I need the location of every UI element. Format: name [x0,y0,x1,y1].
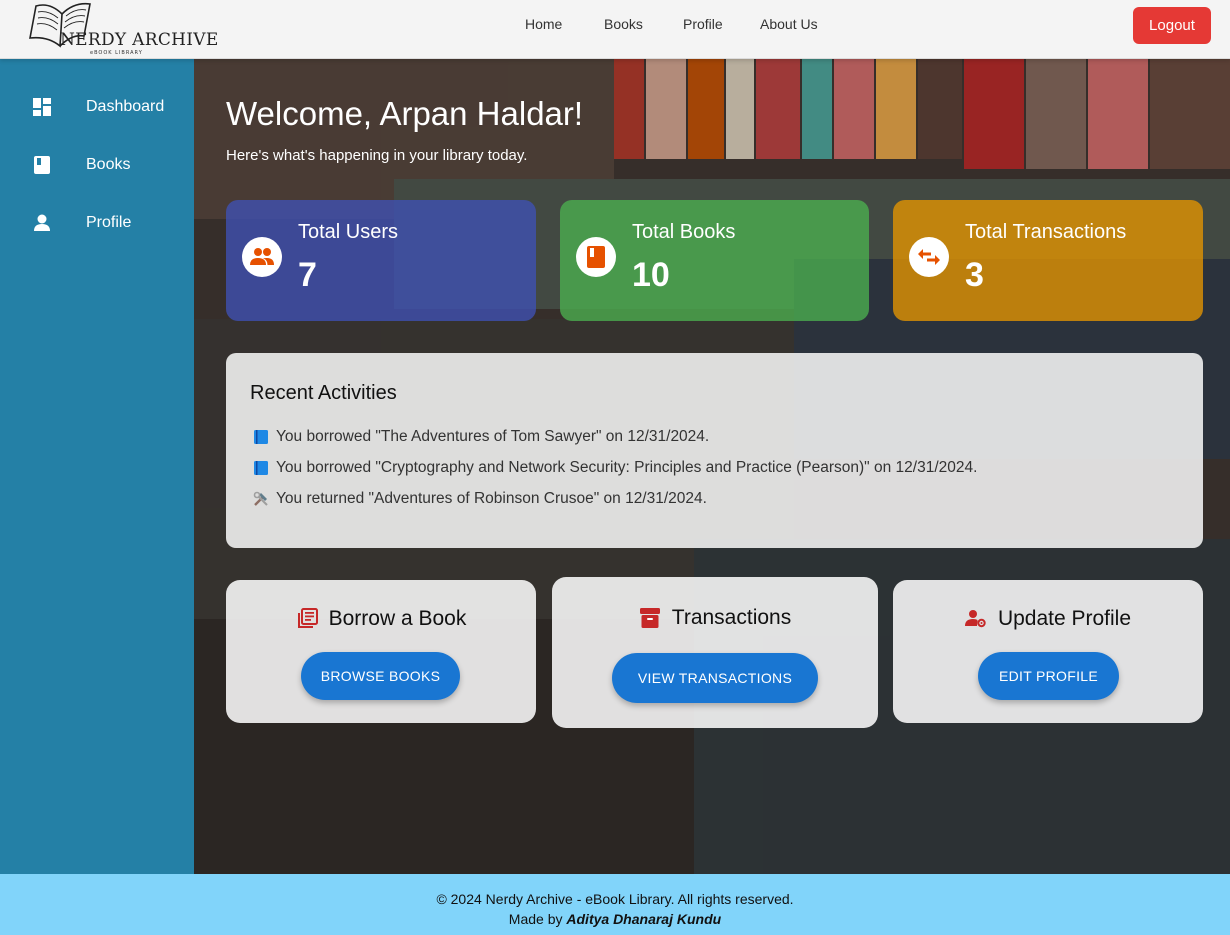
nav-books[interactable]: Books [604,16,643,32]
nav-profile[interactable]: Profile [683,16,723,32]
manage-account-icon [964,609,987,629]
footer: © 2024 Nerdy Archive - eBook Library. Al… [0,874,1230,935]
stat-value: 10 [632,256,670,294]
author-name: Aditya Dhanaraj Kundu [566,911,722,927]
card-title: Update Profile [997,607,1132,630]
card-heading: Transactions [552,606,878,630]
card-title: Transactions [671,606,792,629]
activity-text: You returned "Adventures of Robinson Cru… [276,490,707,507]
view-transactions-button[interactable]: VIEW TRANSACTIONS [612,653,818,703]
archive-icon [639,607,661,629]
sidebar-item-label: Books [86,156,131,173]
top-header: NERDY ARCHIVE eBOOK LIBRARY Home Books P… [0,0,1230,59]
list-item: You returned "Adventures of Robinson Cru… [252,490,707,508]
card-title: Borrow a Book [328,607,467,630]
dashboard-icon [32,97,52,117]
library-books-icon [296,608,318,630]
sidebar-item-dashboard[interactable]: Dashboard [0,87,194,127]
recent-activities-title: Recent Activities [250,382,397,404]
logo-subtitle: eBOOK LIBRARY [90,50,143,56]
logo-title: NERDY ARCHIVE [60,30,219,50]
sidebar-item-profile[interactable]: Profile [0,203,194,243]
blue-book-icon [252,429,270,445]
list-item: You borrowed "The Adventures of Tom Sawy… [252,428,709,446]
person-icon [32,213,52,233]
sidebar-item-label: Profile [86,214,132,231]
borrow-book-card: Borrow a Book BROWSE BOOKS [226,580,536,723]
card-heading: Update Profile [893,607,1203,631]
main-content: Welcome, Arpan Haldar! Here's what's hap… [194,59,1230,874]
stat-card-total-transactions: Total Transactions 3 [893,200,1203,321]
stat-label: Total Books [632,221,736,243]
tools-icon [252,491,270,507]
nav-home[interactable]: Home [525,16,562,32]
browse-books-button[interactable]: BROWSE BOOKS [301,652,460,700]
stat-card-total-books: Total Books 10 [560,200,869,321]
logo[interactable]: NERDY ARCHIVE eBOOK LIBRARY [26,0,218,58]
stat-label: Total Users [298,221,399,243]
stat-value: 3 [965,256,984,294]
stat-label: Total Transactions [965,221,1127,243]
welcome-heading: Welcome, Arpan Haldar! [226,95,584,132]
footer-credit: Made by Aditya Dhanaraj Kundu [0,911,1230,927]
transactions-card: Transactions VIEW TRANSACTIONS [552,577,878,728]
book-icon [576,237,616,277]
nav-about-us[interactable]: About Us [760,16,818,32]
stat-card-total-users: Total Users 7 [226,200,536,321]
welcome-subtitle: Here's what's happening in your library … [226,147,528,164]
blue-book-icon [252,460,270,476]
book-icon [32,155,52,175]
sidebar-item-label: Dashboard [86,98,165,115]
made-by-prefix: Made by [508,911,563,927]
activity-text: You borrowed "Cryptography and Network S… [276,459,978,476]
sidebar: Dashboard Books Profile [0,59,194,874]
card-heading: Borrow a Book [226,607,536,631]
swap-icon [909,237,949,277]
activity-text: You borrowed "The Adventures of Tom Sawy… [276,428,710,445]
logout-button[interactable]: Logout [1133,7,1211,44]
recent-activities-panel: Recent Activities You borrowed "The Adve… [226,353,1203,548]
list-item: You borrowed "Cryptography and Network S… [252,459,977,477]
users-icon [242,237,282,277]
footer-copyright: © 2024 Nerdy Archive - eBook Library. Al… [436,891,794,907]
stat-value: 7 [298,256,317,294]
sidebar-item-books[interactable]: Books [0,145,194,185]
update-profile-card: Update Profile EDIT PROFILE [893,580,1203,723]
edit-profile-button[interactable]: EDIT PROFILE [978,652,1119,700]
